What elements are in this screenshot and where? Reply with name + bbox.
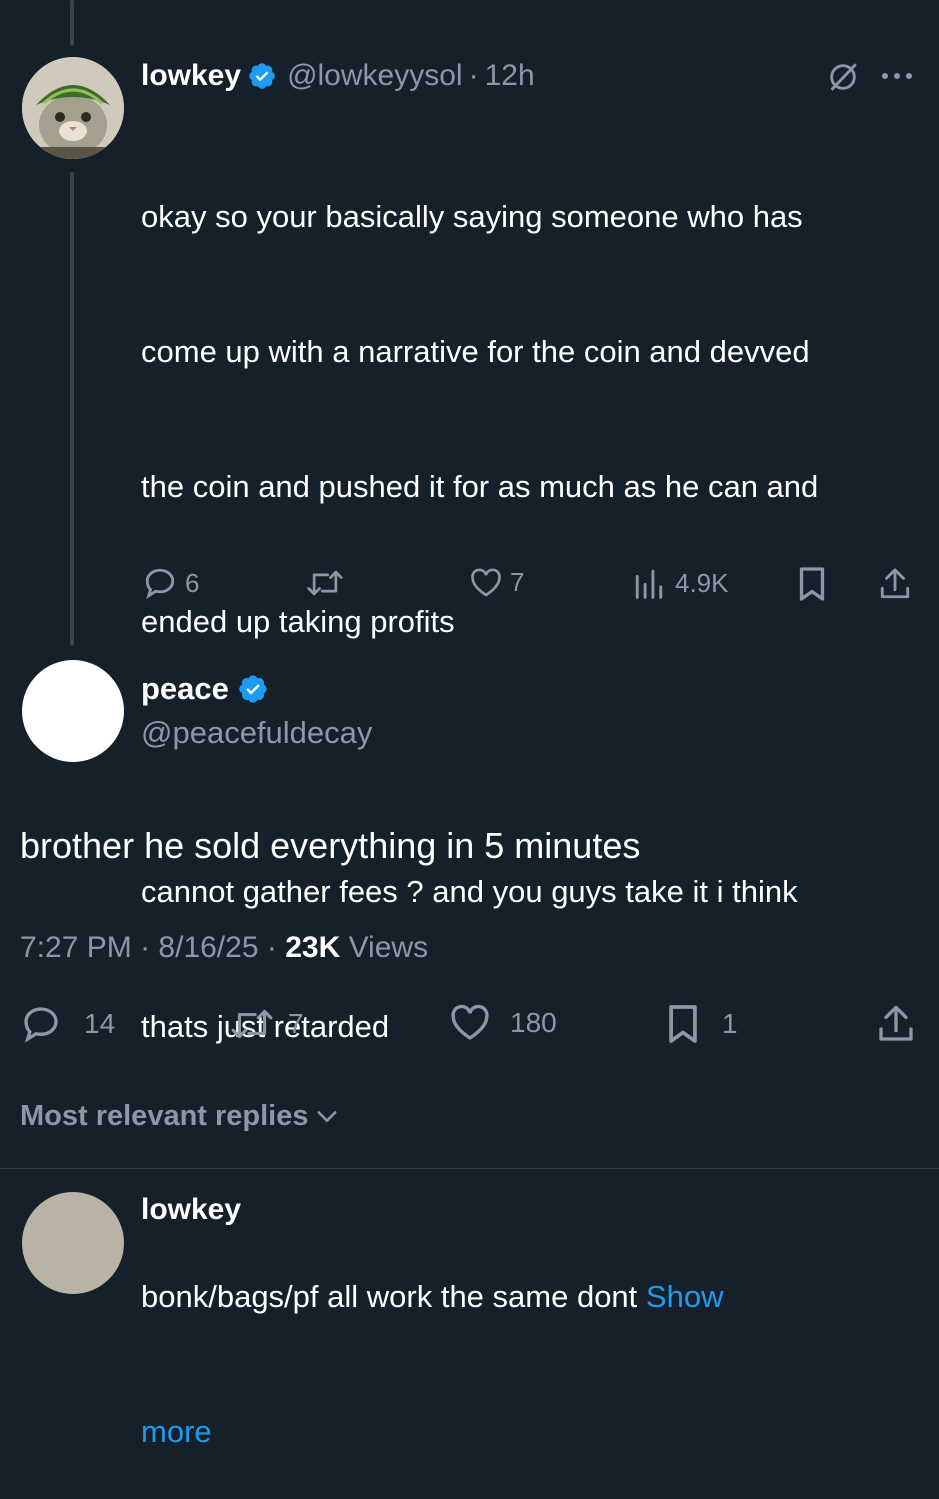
next-reply-author[interactable]: lowkey	[141, 1190, 241, 1230]
body-line: cannot gather fees ? and you guys take i…	[141, 874, 798, 909]
views-icon	[635, 569, 663, 599]
like-button[interactable]: 7	[470, 567, 524, 598]
more-icon[interactable]	[880, 66, 914, 91]
body-text: bonk/bags/pf all work the same dont	[141, 1279, 638, 1314]
retweet-button[interactable]	[306, 566, 344, 600]
author-name[interactable]: peace	[141, 671, 229, 707]
like-count: 180	[510, 1007, 557, 1038]
retweet-icon	[307, 570, 343, 596]
bookmark-button[interactable]	[797, 566, 827, 602]
reply-count: 6	[185, 567, 200, 598]
separator: ·	[266, 931, 277, 964]
views-label: Views	[348, 931, 429, 964]
author-handle[interactable]: @lowkeyysol	[287, 59, 463, 93]
body-line: ended up taking profits	[141, 604, 455, 639]
bookmark-button[interactable]: 1	[666, 1003, 738, 1045]
body-line: come up with a narrative for the coin an…	[141, 334, 810, 369]
avatar[interactable]	[22, 1192, 124, 1294]
show-more-link[interactable]: Show	[646, 1279, 724, 1314]
cat-avatar-image	[22, 57, 124, 159]
reply-button[interactable]: 14	[20, 1004, 115, 1044]
share-icon	[879, 1005, 913, 1041]
retweet-icon	[231, 1009, 273, 1039]
like-icon	[451, 1004, 489, 1040]
separator: ·	[468, 59, 479, 92]
sort-label: Most relevant replies	[20, 1100, 309, 1132]
views-button[interactable]: 4.9K	[633, 566, 729, 600]
share-button[interactable]	[876, 1003, 916, 1045]
like-button[interactable]: 180	[450, 1004, 557, 1042]
thread-line-reply	[70, 172, 74, 646]
thread-line-top	[70, 0, 74, 46]
tweet-meta: 7:27 PM · 8/16/25 · 23K Views	[20, 928, 428, 968]
retweet-count: 7	[288, 1008, 304, 1039]
views-count: 4.9K	[675, 567, 729, 598]
like-count: 7	[510, 567, 525, 597]
grok-icon[interactable]	[826, 60, 860, 99]
verified-icon	[247, 61, 277, 91]
reply-sort-dropdown[interactable]: Most relevant replies	[20, 1096, 341, 1136]
bookmark-count: 1	[722, 1008, 738, 1039]
show-more-link-cont[interactable]: more	[141, 1409, 921, 1454]
reply-icon	[24, 1007, 58, 1043]
timestamp[interactable]: 12h	[485, 59, 535, 93]
body-line: the coin and pushed it for as much as he…	[141, 469, 819, 504]
divider	[0, 1168, 939, 1169]
tweet-body: okay so your basically saying someone wh…	[141, 104, 921, 1499]
share-button[interactable]	[878, 566, 912, 602]
bookmark-icon	[669, 1005, 697, 1043]
like-icon	[471, 567, 501, 597]
body-line: okay so your basically saying someone wh…	[141, 199, 803, 234]
views-count: 23K	[285, 931, 341, 964]
separator: ·	[140, 931, 151, 964]
bookmark-icon	[799, 567, 825, 601]
post-date[interactable]: 8/16/25	[158, 931, 258, 964]
reply-icon	[145, 568, 175, 599]
main-tweet-body: brother he sold everything in 5 minutes	[20, 825, 641, 866]
avatar[interactable]	[22, 57, 124, 159]
avatar[interactable]	[22, 660, 124, 762]
author-name[interactable]: lowkey	[141, 59, 241, 93]
post-time[interactable]: 7:27 PM	[20, 931, 132, 964]
chevron-down-icon	[317, 1111, 336, 1122]
reply-count: 14	[84, 1008, 116, 1039]
main-author-row: peace	[141, 668, 269, 710]
share-icon	[880, 568, 910, 599]
body-line: bonk/bags/pf all work the same dont Show	[141, 1274, 921, 1319]
reply-button[interactable]: 6	[143, 566, 199, 600]
author-handle[interactable]: @peacefuldecay	[141, 712, 372, 754]
verified-icon	[237, 673, 269, 705]
retweet-button[interactable]: 7	[230, 1004, 304, 1044]
reply-header: lowkey @lowkeyysol · 12h	[141, 56, 535, 96]
